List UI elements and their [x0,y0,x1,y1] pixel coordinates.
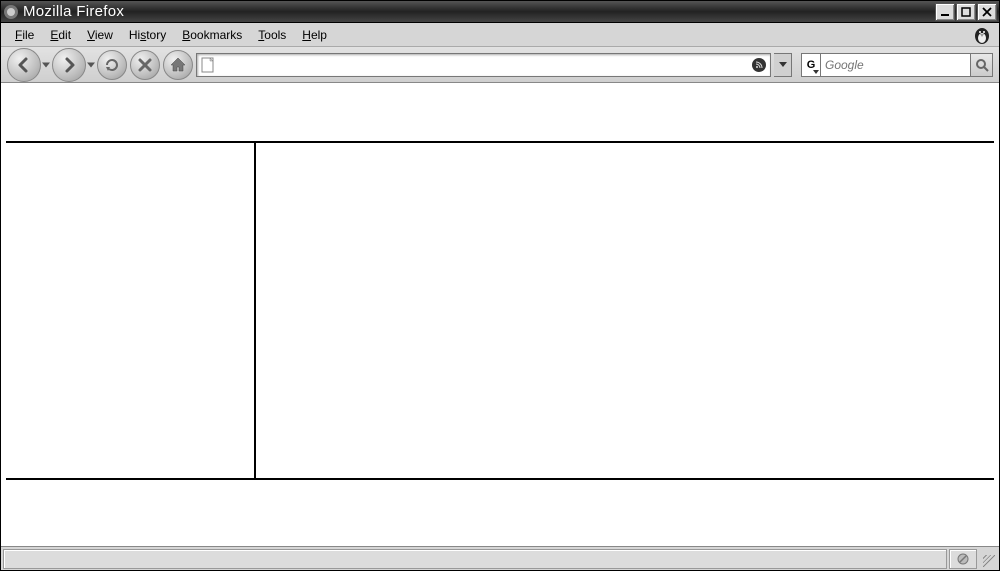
forward-dropdown-icon[interactable] [87,62,95,67]
page-frameset [6,141,994,480]
chevron-down-icon [779,62,787,67]
menu-history[interactable]: History [121,26,174,44]
search-input[interactable] [825,58,966,72]
search-box[interactable] [821,53,971,77]
address-dropdown-button[interactable] [774,53,792,77]
window-controls [935,3,997,21]
menubar: File Edit View History Bookmarks Tools H… [1,23,999,47]
address-bar[interactable] [196,53,771,77]
app-window: Mozilla Firefox File Edit View History B… [0,0,1000,571]
maximize-button[interactable] [956,3,976,21]
home-button[interactable] [163,50,193,80]
stop-button[interactable] [130,50,160,80]
search-go-button[interactable] [971,53,993,77]
window-title: Mozilla Firefox [23,3,935,20]
menu-tools[interactable]: Tools [250,26,294,44]
penguin-icon [971,24,993,46]
status-text [3,549,947,569]
menu-bookmarks[interactable]: Bookmarks [174,26,250,44]
address-input[interactable] [219,58,748,72]
right-frame[interactable] [256,143,994,478]
menubar-items: File Edit View History Bookmarks Tools H… [7,26,335,44]
titlebar[interactable]: Mozilla Firefox [1,1,999,23]
back-button[interactable] [7,48,41,82]
minimize-button[interactable] [935,3,955,21]
close-button[interactable] [977,3,997,21]
navigation-toolbar: G [1,47,999,83]
resize-grip[interactable] [979,549,997,569]
reload-button[interactable] [97,50,127,80]
forward-button[interactable] [52,48,86,82]
menu-view[interactable]: View [79,26,121,44]
back-dropdown-icon[interactable] [42,62,50,67]
menu-file[interactable]: File [7,26,42,44]
browser-content [1,83,999,546]
search-bar: G [801,53,993,77]
page-icon [201,57,215,73]
chevron-down-icon [813,70,819,74]
menu-edit[interactable]: Edit [42,26,79,44]
search-engine-selector[interactable]: G [801,53,821,77]
left-frame[interactable] [6,143,256,478]
feed-icon[interactable] [752,58,766,72]
statusbar [1,546,999,570]
menu-help[interactable]: Help [294,26,335,44]
firefox-app-icon [3,4,19,20]
status-indicator [949,549,977,569]
